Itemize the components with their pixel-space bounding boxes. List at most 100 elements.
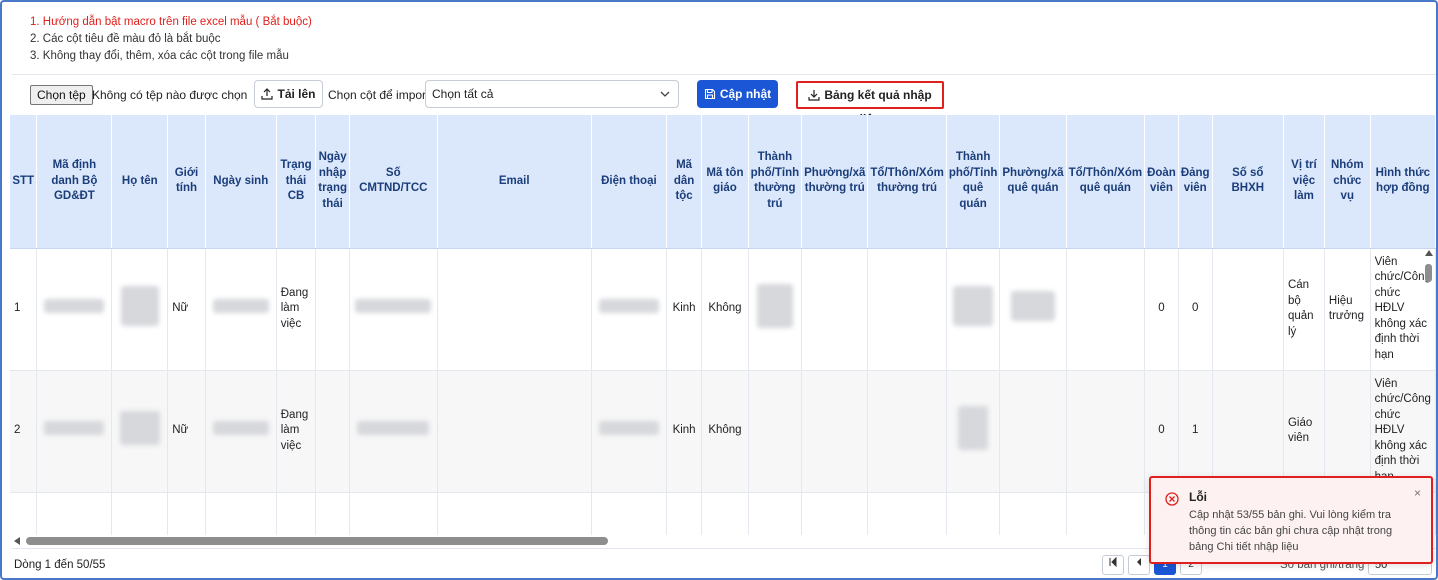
- cell-redacted: [349, 248, 438, 371]
- upload-label: Tải lên: [277, 87, 316, 101]
- column-header[interactable]: Thành phố/Tỉnh quê quán: [946, 115, 1001, 249]
- column-header[interactable]: Trạng thái CB: [276, 115, 317, 249]
- column-header[interactable]: Đảng viên: [1178, 115, 1213, 249]
- cell-redacted: [591, 248, 667, 371]
- cell-redacted: [349, 370, 438, 493]
- import-column-select-value: Chọn tất cả: [432, 87, 494, 101]
- cell-stt: 1: [10, 248, 38, 371]
- import-toolbar: Chọn tệp Không có tệp nào được chọn Tải …: [12, 74, 1436, 126]
- table-row[interactable]: 2 Nữ Đang làm việc Kinh Không 0 1 Giáo v…: [10, 370, 1436, 493]
- first-page-button[interactable]: [1102, 555, 1124, 575]
- cell-redacted: [999, 248, 1067, 371]
- column-header[interactable]: Mã tôn giáo: [701, 115, 749, 249]
- column-header[interactable]: Hình thức hợp đồng: [1370, 115, 1436, 249]
- toast-message: Cập nhật 53/55 bản ghi. Vui lòng kiểm tr…: [1189, 509, 1393, 553]
- column-header[interactable]: Mã định danh Bộ GD&ĐT: [36, 115, 113, 249]
- import-column-label: Chọn cột để import: [328, 88, 430, 102]
- cell-doan-vien: 0: [1144, 248, 1179, 371]
- cell-role-group: [1324, 370, 1371, 493]
- column-header[interactable]: Đoàn viên: [1144, 115, 1179, 249]
- column-header[interactable]: Số sổ BHXH: [1212, 115, 1284, 249]
- column-header[interactable]: Số CMTND/TCC: [349, 115, 438, 249]
- scroll-up-icon[interactable]: [1425, 250, 1433, 256]
- cell-redacted: [111, 248, 169, 371]
- error-circle-icon: [1165, 492, 1179, 506]
- cell-status: Đang làm việc: [276, 248, 317, 371]
- column-header[interactable]: Thành phố/Tỉnh thường trú: [748, 115, 803, 249]
- instruction-no-modify: 3. Không thay đổi, thêm, xóa các cột tro…: [30, 50, 289, 62]
- cell-redacted: [946, 248, 1001, 371]
- cell-religion: Không: [701, 248, 749, 371]
- import-panel: 1. Hướng dẫn bật macro trên file excel m…: [0, 0, 1438, 580]
- cell-empty: [1212, 370, 1284, 493]
- cell-redacted: [36, 370, 113, 493]
- cell-empty: [1066, 370, 1146, 493]
- cell-redacted: [36, 248, 113, 371]
- instructions: 1. Hướng dẫn bật macro trên file excel m…: [30, 14, 312, 65]
- no-file-text: Không có tệp nào được chọn: [92, 88, 248, 102]
- error-toast: Lỗi Cập nhật 53/55 bản ghi. Vui lòng kiể…: [1149, 476, 1433, 564]
- upload-button[interactable]: Tải lên: [254, 80, 323, 108]
- column-header[interactable]: Điện thoại: [591, 115, 667, 249]
- table-row[interactable]: 1 Nữ Đang làm việc Kinh Không 0 0 Cán bộ…: [10, 248, 1436, 371]
- column-header[interactable]: Phường/xã quê quán: [999, 115, 1067, 249]
- import-column-select[interactable]: Chọn tất cả: [425, 80, 679, 108]
- cell-empty: [867, 370, 947, 493]
- cell-doan-vien: 0: [1144, 370, 1179, 493]
- cell-empty: [315, 248, 350, 371]
- cell-empty: [315, 370, 350, 493]
- instruction-required-columns: 2. Các cột tiêu đề màu đỏ là bắt buộc: [30, 33, 221, 45]
- cell-role-group: Hiệu trưởng: [1324, 248, 1371, 371]
- cell-empty: [437, 248, 592, 371]
- row-range-info: Dòng 1 đến 50/55: [14, 559, 106, 571]
- prev-page-button[interactable]: [1128, 555, 1150, 575]
- column-header[interactable]: Ngày sinh: [205, 115, 277, 249]
- cell-dang-vien: 0: [1178, 248, 1213, 371]
- chevron-down-icon: [660, 91, 670, 97]
- cell-redacted: [205, 370, 277, 493]
- column-header[interactable]: Mã dân tộc: [666, 115, 703, 249]
- cell-empty: [437, 370, 592, 493]
- cell-redacted: [111, 370, 169, 493]
- vertical-scroll-thumb[interactable]: [1425, 264, 1432, 282]
- cell-gender: Nữ: [167, 370, 206, 493]
- column-header[interactable]: Họ tên: [111, 115, 169, 249]
- cell-empty: [748, 370, 803, 493]
- column-header[interactable]: Giới tính: [167, 115, 206, 249]
- cell-empty: [999, 370, 1067, 493]
- column-header[interactable]: Vị trí việc làm: [1283, 115, 1325, 249]
- cell-redacted: [205, 248, 277, 371]
- cell-gender: Nữ: [167, 248, 206, 371]
- cell-empty: [801, 370, 869, 493]
- column-header[interactable]: Ngày nhập trạng thái: [315, 115, 350, 249]
- first-page-icon: [1109, 556, 1117, 568]
- cell-empty: [1212, 248, 1284, 371]
- toast-title: Lỗi: [1189, 490, 1207, 504]
- cell-redacted: [748, 248, 803, 371]
- cell-ethnicity: Kinh: [666, 248, 703, 371]
- cell-position: Giáo viên: [1283, 370, 1325, 493]
- horizontal-scroll-thumb[interactable]: [26, 537, 608, 545]
- cell-dang-vien: 1: [1178, 370, 1213, 493]
- save-icon: [704, 88, 715, 100]
- cell-empty: [801, 248, 869, 371]
- cell-redacted: [591, 370, 667, 493]
- column-header[interactable]: Tổ/Thôn/Xóm quê quán: [1066, 115, 1146, 249]
- choose-file-button[interactable]: Chọn tệp: [30, 85, 93, 105]
- cell-redacted: [946, 370, 1001, 493]
- column-header[interactable]: Tổ/Thôn/Xóm thường trú: [867, 115, 947, 249]
- cell-status: Đang làm việc: [276, 370, 317, 493]
- update-label: Cập nhật: [719, 87, 772, 101]
- close-icon[interactable]: ×: [1414, 486, 1421, 500]
- column-header[interactable]: Phường/xã thường trú: [801, 115, 869, 249]
- update-button[interactable]: Cập nhật: [697, 80, 778, 108]
- scroll-left-icon[interactable]: [14, 537, 20, 545]
- column-header[interactable]: Nhóm chức vụ: [1324, 115, 1371, 249]
- column-header[interactable]: Email: [437, 115, 592, 249]
- table-header-row: STT Mã định danh Bộ GD&ĐT Họ tên Giới tí…: [10, 115, 1436, 249]
- cell-position: Cán bộ quản lý: [1283, 248, 1325, 371]
- result-table-button[interactable]: Bảng kết quả nhập liệu: [796, 81, 944, 126]
- download-icon: [808, 90, 820, 101]
- column-header[interactable]: STT: [10, 115, 38, 249]
- instruction-macro-link[interactable]: 1. Hướng dẫn bật macro trên file excel m…: [30, 14, 312, 31]
